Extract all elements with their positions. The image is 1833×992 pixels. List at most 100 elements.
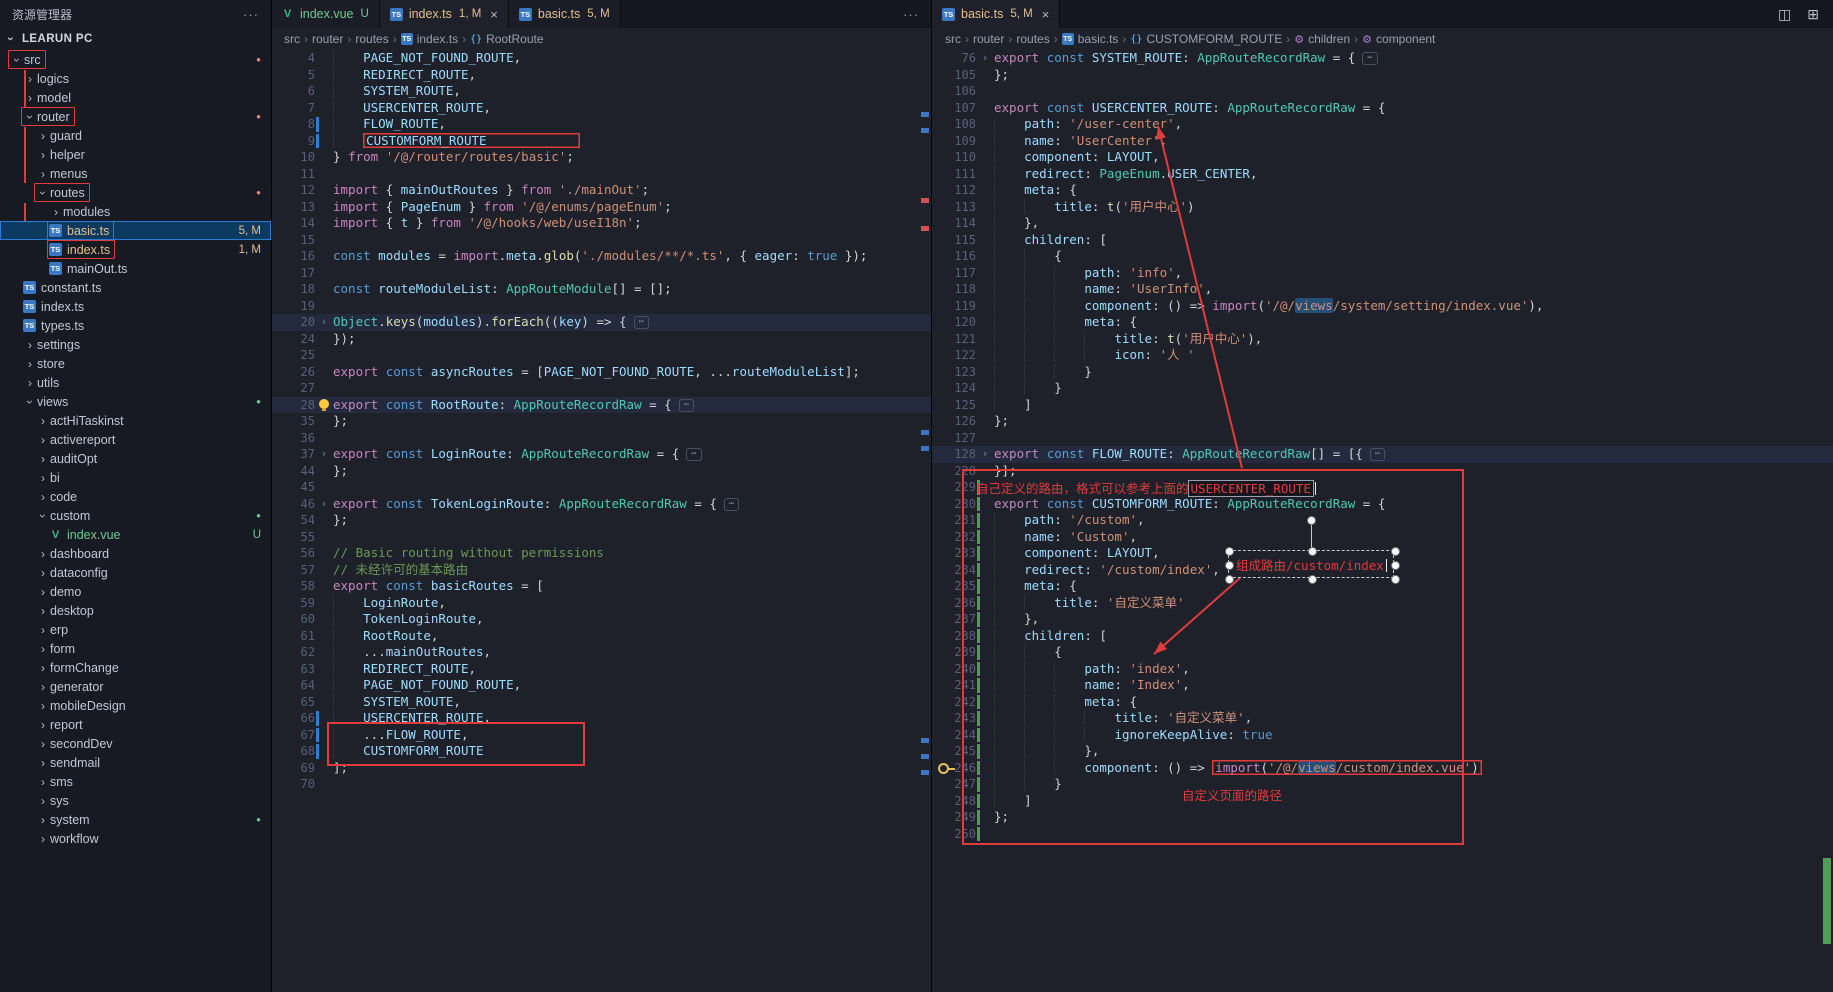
code-line-12[interactable]: 12import { mainOutRoutes } from './mainO…	[271, 182, 931, 199]
code-line-63[interactable]: 63 REDIRECT_ROUTE,	[271, 661, 931, 678]
selection-handle[interactable]	[1308, 575, 1317, 584]
tree-item-acthitaskinst[interactable]: ›actHiTaskinst	[0, 411, 271, 430]
annotation-textbox-selected[interactable]: 组成路由/custom/index	[1228, 550, 1394, 578]
code-line-111[interactable]: 111 redirect: PageEnum.USER_CENTER,	[932, 166, 1833, 183]
tree-item-routes[interactable]: ›routes●	[0, 183, 271, 202]
editor-right[interactable]: 76›export const SYSTEM_ROUTE: AppRouteRe…	[932, 50, 1833, 992]
tree-item-mobiledesign[interactable]: ›mobileDesign	[0, 696, 271, 715]
selection-handle[interactable]	[1225, 575, 1234, 584]
tree-item-basic.ts[interactable]: TSbasic.ts5, M	[0, 221, 271, 240]
tree-item-model[interactable]: ›model	[0, 88, 271, 107]
code-line-67[interactable]: 67 ...FLOW_ROUTE,	[271, 727, 931, 744]
split-editor-icon[interactable]: ◫	[1778, 6, 1791, 23]
tree-item-form[interactable]: ›form	[0, 639, 271, 658]
tree-item-dataconfig[interactable]: ›dataconfig	[0, 563, 271, 582]
tree-item-bi[interactable]: ›bi	[0, 468, 271, 487]
code-line-36[interactable]: 36	[271, 430, 931, 447]
folded-code-badge[interactable]: ⋯	[634, 316, 649, 329]
code-line-106[interactable]: 106	[932, 83, 1833, 100]
breadcrumb-item-routes[interactable]: routes	[1016, 32, 1049, 46]
tree-item-menus[interactable]: ›menus	[0, 164, 271, 183]
tree-item-report[interactable]: ›report	[0, 715, 271, 734]
code-line-115[interactable]: 115 children: [	[932, 232, 1833, 249]
tree-item-sms[interactable]: ›sms	[0, 772, 271, 791]
tree-item-seconddev[interactable]: ›secondDev	[0, 734, 271, 753]
breadcrumb-item-children[interactable]: ⚙children	[1294, 32, 1350, 46]
fold-chevron-icon[interactable]: ›	[976, 446, 994, 463]
code-line-114[interactable]: 114 },	[932, 215, 1833, 232]
code-line-125[interactable]: 125 ]	[932, 397, 1833, 414]
folded-code-badge[interactable]: ⋯	[1370, 448, 1385, 461]
close-icon[interactable]: ×	[490, 7, 498, 22]
tree-item-generator[interactable]: ›generator	[0, 677, 271, 696]
tree-item-guard[interactable]: ›guard	[0, 126, 271, 145]
tree-item-views[interactable]: ›views●	[0, 392, 271, 411]
folded-code-badge[interactable]: ⋯	[724, 498, 739, 511]
code-line-231[interactable]: 231 path: '/custom',	[932, 512, 1833, 529]
tree-item-logics[interactable]: ›logics	[0, 69, 271, 88]
code-line-57[interactable]: 57// 未经许可的基本路由	[271, 562, 931, 579]
fold-chevron-icon[interactable]: ›	[976, 50, 994, 67]
code-line-235[interactable]: 235 meta: {	[932, 578, 1833, 595]
code-line-56[interactable]: 56// Basic routing without permissions	[271, 545, 931, 562]
code-line-9[interactable]: 9 CUSTOMFORM_ROUTE	[271, 133, 931, 150]
code-line-10[interactable]: 10} from '/@/router/routes/basic';	[271, 149, 931, 166]
folded-code-badge[interactable]: ⋯	[1362, 52, 1377, 65]
code-line-119[interactable]: 119 component: () => import('/@/views/sy…	[932, 298, 1833, 315]
lightbulb-icon[interactable]	[319, 399, 329, 409]
code-line-4[interactable]: 4 PAGE_NOT_FOUND_ROUTE,	[271, 50, 931, 67]
code-line-44[interactable]: 44};	[271, 463, 931, 480]
editor-layout-icon[interactable]: ⊞	[1807, 6, 1819, 23]
code-line-239[interactable]: 239 {	[932, 644, 1833, 661]
code-line-238[interactable]: 238 children: [	[932, 628, 1833, 645]
code-line-59[interactable]: 59 LoginRoute,	[271, 595, 931, 612]
code-line-230[interactable]: 230export const CUSTOMFORM_ROUTE: AppRou…	[932, 496, 1833, 513]
breadcrumb-item-basic.ts[interactable]: TSbasic.ts	[1062, 32, 1119, 46]
code-line-76[interactable]: 76›export const SYSTEM_ROUTE: AppRouteRe…	[932, 50, 1833, 67]
tree-item-formchange[interactable]: ›formChange	[0, 658, 271, 677]
breadcrumb-item-routes[interactable]: routes	[355, 32, 388, 46]
code-line-245[interactable]: 245 },	[932, 743, 1833, 760]
tab-index.vue[interactable]: Vindex.vueU	[271, 0, 380, 28]
code-line-250[interactable]: 250	[932, 826, 1833, 843]
selection-handle[interactable]	[1225, 561, 1234, 570]
rotation-handle-icon[interactable]	[1307, 516, 1316, 525]
code-line-112[interactable]: 112 meta: {	[932, 182, 1833, 199]
code-line-232[interactable]: 232 name: 'Custom',	[932, 529, 1833, 546]
code-line-240[interactable]: 240 path: 'index',	[932, 661, 1833, 678]
code-line-124[interactable]: 124 }	[932, 380, 1833, 397]
code-line-6[interactable]: 6 SYSTEM_ROUTE,	[271, 83, 931, 100]
code-line-37[interactable]: 37›export const LoginRoute: AppRouteReco…	[271, 446, 931, 463]
breadcrumb-item-RootRoute[interactable]: {}RootRoute	[470, 32, 543, 46]
code-line-243[interactable]: 243 title: '自定义菜单',	[932, 710, 1833, 727]
close-icon[interactable]: ×	[1042, 7, 1050, 22]
tree-item-index.ts[interactable]: TSindex.ts1, M	[0, 240, 271, 259]
tree-item-helper[interactable]: ›helper	[0, 145, 271, 164]
folded-code-badge[interactable]: ⋯	[686, 448, 701, 461]
code-line-20[interactable]: 20›Object.keys(modules).forEach((key) =>…	[271, 314, 931, 331]
code-line-11[interactable]: 11	[271, 166, 931, 183]
tree-item-utils[interactable]: ›utils	[0, 373, 271, 392]
code-line-54[interactable]: 54};	[271, 512, 931, 529]
editor-left[interactable]: 4 PAGE_NOT_FOUND_ROUTE,5 REDIRECT_ROUTE,…	[271, 50, 931, 992]
code-line-118[interactable]: 118 name: 'UserInfo',	[932, 281, 1833, 298]
code-line-66[interactable]: 66 USERCENTER_ROUTE,	[271, 710, 931, 727]
tree-item-src[interactable]: ›src●	[0, 50, 271, 69]
tree-item-modules[interactable]: ›modules	[0, 202, 271, 221]
fold-chevron-icon[interactable]: ›	[315, 496, 333, 513]
tab-index.ts[interactable]: TSindex.ts1, M×	[380, 0, 509, 28]
breadcrumb-item-src[interactable]: src	[284, 32, 300, 46]
tree-item-desktop[interactable]: ›desktop	[0, 601, 271, 620]
code-line-236[interactable]: 236 title: '自定义菜单'	[932, 595, 1833, 612]
code-line-113[interactable]: 113 title: t('用户中心')	[932, 199, 1833, 216]
selection-handle[interactable]	[1391, 561, 1400, 570]
code-line-242[interactable]: 242 meta: {	[932, 694, 1833, 711]
selection-handle[interactable]	[1391, 575, 1400, 584]
code-line-62[interactable]: 62 ...mainOutRoutes,	[271, 644, 931, 661]
code-line-117[interactable]: 117 path: 'info',	[932, 265, 1833, 282]
code-line-28[interactable]: 28export const RootRoute: AppRouteRecord…	[271, 397, 931, 414]
code-line-128[interactable]: 128›export const FLOW_ROUTE: AppRouteRec…	[932, 446, 1833, 463]
code-line-108[interactable]: 108 path: '/user-center',	[932, 116, 1833, 133]
tree-item-workflow[interactable]: ›workflow	[0, 829, 271, 848]
code-line-5[interactable]: 5 REDIRECT_ROUTE,	[271, 67, 931, 84]
